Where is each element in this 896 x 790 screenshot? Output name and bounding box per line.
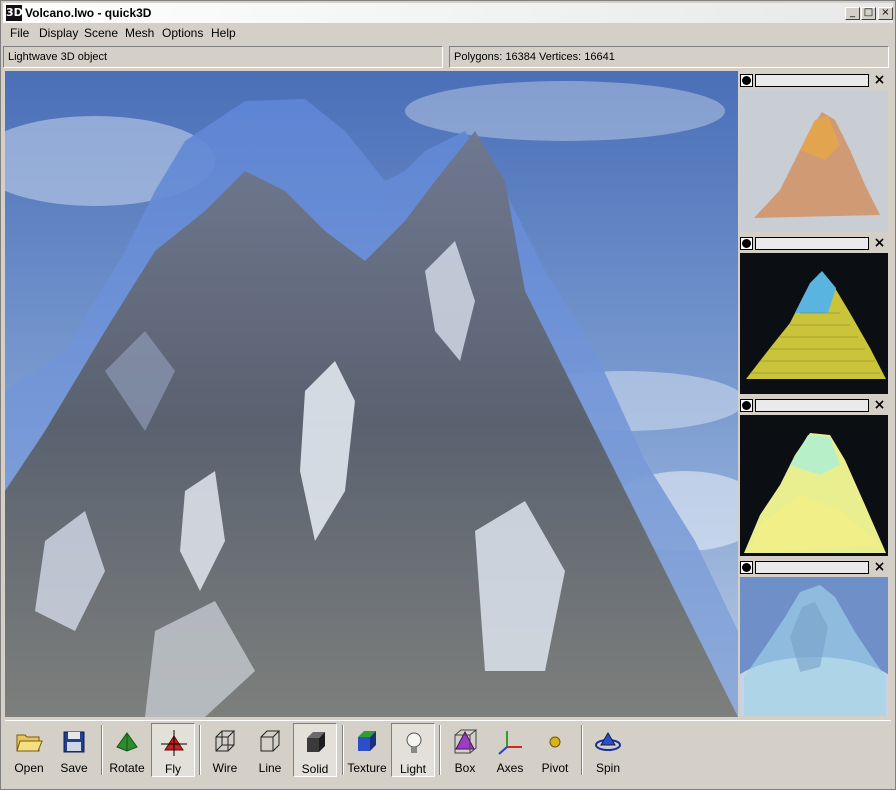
panel-select-icon[interactable] xyxy=(740,237,753,250)
menu-display[interactable]: Display xyxy=(39,26,78,40)
solid-button[interactable]: Solid xyxy=(293,723,337,777)
panel-select-icon[interactable] xyxy=(740,399,753,412)
panel-close-icon[interactable]: × xyxy=(871,398,888,412)
minimize-button[interactable]: _ xyxy=(845,7,860,20)
close-button[interactable]: × xyxy=(878,7,893,20)
pivot-button[interactable]: Pivot xyxy=(533,723,577,777)
texture-label: Texture xyxy=(347,761,387,775)
preview-yellow-wireframe[interactable] xyxy=(740,253,888,394)
panel-header: × xyxy=(738,559,890,576)
rotate-button[interactable]: Rotate xyxy=(105,723,149,777)
panel-close-icon[interactable]: × xyxy=(871,73,888,87)
toolbar-separator xyxy=(439,725,441,775)
preview-panel-1: × xyxy=(738,72,890,234)
fly-icon xyxy=(161,730,187,756)
preview-panel-4: × xyxy=(738,559,890,718)
open-label: Open xyxy=(14,761,44,775)
panel-close-icon[interactable]: × xyxy=(871,560,888,574)
axes-label: Axes xyxy=(496,761,524,775)
main-toolbar: Open Save Rotate Fly Wire Line Solid Tex… xyxy=(5,720,891,783)
preview-render-3 xyxy=(740,415,888,556)
line-cube-icon xyxy=(260,730,281,752)
preview-render-1 xyxy=(740,90,888,232)
spin-label: Spin xyxy=(595,761,621,775)
save-label: Save xyxy=(60,761,88,775)
fly-label: Fly xyxy=(165,762,181,776)
preview-render-2 xyxy=(740,253,888,394)
line-button[interactable]: Line xyxy=(248,723,292,777)
preview-render-4 xyxy=(740,577,888,716)
status-object-type: Lightwave 3D object xyxy=(3,46,443,68)
menu-bar: File Display Scene Mesh Options Help xyxy=(3,24,893,42)
status-bar: Lightwave 3D object Polygons: 16384 Vert… xyxy=(3,46,893,68)
panel-select-icon[interactable] xyxy=(740,561,753,574)
box-button[interactable]: Box xyxy=(443,723,487,777)
light-label: Light xyxy=(399,762,427,776)
solid-cube-icon xyxy=(307,732,325,752)
axes-button[interactable]: Axes xyxy=(488,723,532,777)
wire-label: Wire xyxy=(212,761,238,775)
maximize-button[interactable]: □ xyxy=(861,7,876,20)
preview-transparent-blue[interactable] xyxy=(740,577,888,716)
preview-orange-shaded[interactable] xyxy=(740,90,888,232)
preview-yellow-solid[interactable] xyxy=(740,415,888,556)
solid-label: Solid xyxy=(301,762,329,776)
volcano-render xyxy=(5,71,738,717)
panel-header: × xyxy=(738,72,890,89)
main-3d-viewport[interactable] xyxy=(5,71,738,717)
status-mesh-stats: Polygons: 16384 Vertices: 16641 xyxy=(449,46,889,68)
spin-icon xyxy=(595,732,621,751)
menu-scene[interactable]: Scene xyxy=(84,26,118,40)
axes-icon xyxy=(498,731,522,755)
rotate-icon xyxy=(116,732,138,752)
window-title: Volcano.lwo - quick3D xyxy=(25,6,152,20)
pivot-icon xyxy=(549,736,561,748)
panel-title-bar[interactable] xyxy=(755,237,869,250)
light-button[interactable]: Light xyxy=(391,723,435,777)
open-button[interactable]: Open xyxy=(7,723,51,777)
wire-button[interactable]: Wire xyxy=(203,723,247,777)
box-label: Box xyxy=(454,761,476,775)
preview-panel-3: × xyxy=(738,397,890,558)
menu-options[interactable]: Options xyxy=(162,26,203,40)
title-bar[interactable]: 3D Volcano.lwo - quick3D _ □ × xyxy=(3,3,893,23)
toolbar-separator xyxy=(581,725,583,775)
menu-file[interactable]: File xyxy=(10,26,29,40)
panel-close-icon[interactable]: × xyxy=(871,236,888,250)
toolbar-separator xyxy=(101,725,103,775)
preview-panel-2: × xyxy=(738,235,890,396)
menu-mesh[interactable]: Mesh xyxy=(125,26,154,40)
save-button[interactable]: Save xyxy=(52,723,96,777)
toolbar-separator xyxy=(199,725,201,775)
toolbar-separator xyxy=(342,725,344,775)
panel-header: × xyxy=(738,397,890,414)
panel-select-icon[interactable] xyxy=(740,74,753,87)
pivot-label: Pivot xyxy=(541,761,569,775)
panel-title-bar[interactable] xyxy=(755,74,869,87)
spin-button[interactable]: Spin xyxy=(586,723,630,777)
texture-cube-icon xyxy=(358,731,376,751)
folder-open-icon xyxy=(16,734,43,752)
panel-title-bar[interactable] xyxy=(755,399,869,412)
lightbulb-icon xyxy=(406,732,422,753)
fly-button[interactable]: Fly xyxy=(151,723,195,777)
app-window: 3D Volcano.lwo - quick3D _ □ × File Disp… xyxy=(0,0,896,790)
bounding-box-icon xyxy=(454,729,478,754)
rotate-label: Rotate xyxy=(109,761,145,775)
line-label: Line xyxy=(258,761,282,775)
texture-button[interactable]: Texture xyxy=(345,723,389,777)
panel-title-bar[interactable] xyxy=(755,561,869,574)
menu-help[interactable]: Help xyxy=(211,26,236,40)
floppy-disk-icon xyxy=(63,731,85,753)
wire-cube-icon xyxy=(215,730,236,752)
panel-header: × xyxy=(738,235,890,252)
app-icon: 3D xyxy=(6,5,23,21)
